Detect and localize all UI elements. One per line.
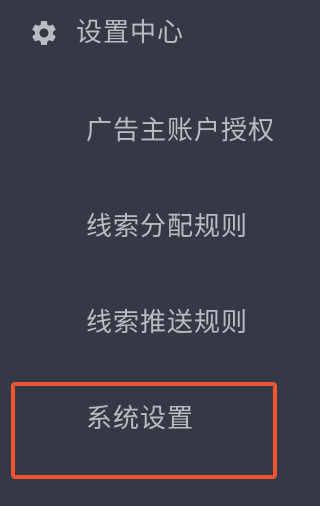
menu-item-label: 广告主账户授权	[86, 116, 276, 146]
menu-item-label: 线索推送规则	[86, 308, 249, 338]
menu-item-label: 线索分配规则	[86, 212, 249, 242]
sidebar: 设置中心 广告主账户授权 线索分配规则 线索推送规则 系统设置	[0, 0, 299, 506]
gear-icon	[29, 18, 59, 48]
menu-item-lead-push-rules[interactable]: 线索推送规则	[0, 281, 299, 365]
menu-item-lead-allocation-rules[interactable]: 线索分配规则	[0, 185, 299, 269]
menu-item-system-settings[interactable]: 系统设置	[0, 377, 299, 461]
menu-item-advertiser-authorization[interactable]: 广告主账户授权	[0, 89, 299, 173]
settings-center-label: 设置中心	[76, 18, 185, 48]
menu-item-label: 系统设置	[86, 404, 195, 434]
settings-center-menu[interactable]: 设置中心	[0, 0, 299, 68]
